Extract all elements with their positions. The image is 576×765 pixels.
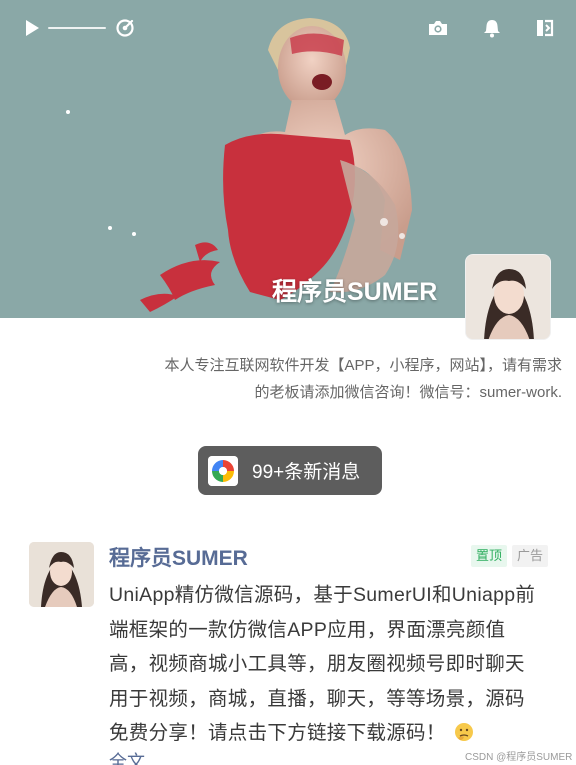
exit-icon[interactable] bbox=[533, 16, 557, 40]
playback-progress-slider[interactable] bbox=[48, 27, 106, 29]
message-sender-avatar bbox=[208, 455, 238, 486]
new-messages-button[interactable]: 99+条新消息 bbox=[198, 446, 382, 495]
post-content-line: UniApp精仿微信源码，基于SumerUI和Uniapp前 bbox=[109, 584, 536, 606]
thinking-face-icon bbox=[454, 719, 474, 741]
post-content-line: 用于视频，商城，直播，聊天，等等场景，源码 bbox=[109, 687, 525, 710]
post-content: UniApp精仿微信源码，基于SumerUI和Uniapp前 端框架的一款仿微信… bbox=[109, 578, 557, 751]
pinned-badge: 置顶 bbox=[471, 545, 508, 567]
full-text-link[interactable]: 全文 bbox=[109, 748, 145, 765]
play-icon[interactable] bbox=[20, 16, 44, 40]
profile-bio: 本人专注互联网软件开发【APP，小程序，网站】，请有需求 的老板请添加微信咨询！… bbox=[100, 352, 562, 406]
camera-icon[interactable] bbox=[426, 16, 450, 40]
post-content-line: 免费分享！请点击下方链接下载源码！ bbox=[109, 722, 446, 744]
bio-line: 本人专注互联网软件开发【APP，小程序，网站】，请有需求 bbox=[164, 357, 562, 374]
profile-avatar[interactable] bbox=[465, 254, 551, 340]
new-messages-label: 99+条新消息 bbox=[252, 462, 361, 483]
playback-speed-icon[interactable] bbox=[113, 16, 137, 40]
bell-icon[interactable] bbox=[480, 16, 504, 40]
profile-name: 程序员SUMER bbox=[272, 278, 438, 306]
post-content-line: 高，视频商城小工具等，朋友圈视频号即时聊天 bbox=[109, 653, 525, 675]
post-author-name[interactable]: 程序员SUMER bbox=[109, 542, 248, 572]
post-author-avatar[interactable] bbox=[29, 542, 94, 607]
watermark: CSDN @程序员SUMER bbox=[465, 752, 573, 763]
bio-line: 的老板请添加微信咨询！微信号：sumer-work. bbox=[254, 384, 562, 401]
ad-badge: 广告 bbox=[512, 545, 549, 567]
top-toolbar bbox=[0, 0, 576, 58]
post-content-line: 端框架的一款仿微信APP应用，界面漂亮颜值 bbox=[109, 618, 506, 641]
post-content-line-last: 免费分享！请点击下方链接下载源码！ bbox=[109, 716, 557, 751]
